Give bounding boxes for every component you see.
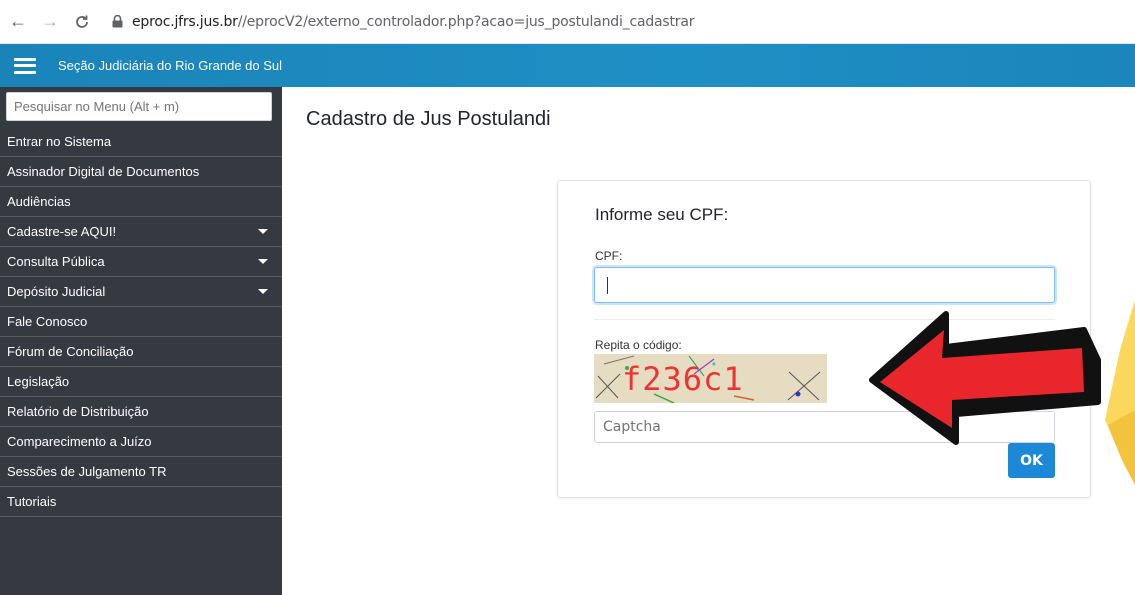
- page-title: Cadastro de Jus Postulandi: [306, 108, 551, 130]
- captcha-label: Repita o código:: [595, 338, 682, 352]
- sidebar-item-label: Fórum de Conciliação: [7, 344, 134, 359]
- forward-icon[interactable]: →: [36, 8, 64, 36]
- sidebar-item-label: Sessões de Julgamento TR: [7, 464, 167, 479]
- reload-icon[interactable]: [68, 8, 96, 36]
- hamburger-menu-icon[interactable]: [14, 57, 36, 74]
- url-path: //eprocV2/externo_controlador.php?acao=j…: [237, 13, 695, 30]
- sidebar-item-label: Relatório de Distribuição: [7, 404, 149, 419]
- sidebar-item-label: Comparecimento a Juízo: [7, 434, 152, 449]
- cpf-input[interactable]: [594, 267, 1055, 303]
- sidebar-item-label: Fale Conosco: [7, 314, 88, 329]
- caret-down-icon: [258, 229, 268, 234]
- sidebar-item-label: Tutoriais: [7, 494, 57, 509]
- sidebar-item-legislacao[interactable]: Legislação: [0, 367, 282, 397]
- sidebar-item-fale-conosco[interactable]: Fale Conosco: [0, 307, 282, 337]
- sidebar-item-deposito-judicial[interactable]: Depósito Judicial: [0, 277, 282, 307]
- sidebar-item-audiencias[interactable]: Audiências: [0, 187, 282, 217]
- red-arrow-annotation: [869, 311, 1101, 445]
- sidebar-item-label: Cadastre-se AQUI!: [7, 224, 117, 239]
- sidebar-item-entrar[interactable]: Entrar no Sistema: [0, 127, 282, 157]
- form-title: Informe seu CPF:: [595, 205, 729, 224]
- sidebar-item-relatorio-distribuicao[interactable]: Relatório de Distribuição: [0, 397, 282, 427]
- sidebar-item-sessoes-julgamento[interactable]: Sessões de Julgamento TR: [0, 457, 282, 487]
- address-bar[interactable]: eproc.jfrs.jus.br//eprocV2/externo_contr…: [132, 14, 694, 30]
- caret-down-icon: [258, 259, 268, 264]
- app-header: Seção Judiciária do Rio Grande do Sul: [0, 44, 1135, 87]
- sidebar-item-label: Consulta Pública: [7, 254, 105, 269]
- captcha-text: f236c1: [622, 360, 744, 398]
- menu-search-input[interactable]: [6, 92, 272, 121]
- browser-toolbar: ← → eproc.jfrs.jus.br//eprocV2/externo_c…: [0, 0, 1135, 44]
- sidebar-item-label: Legislação: [7, 374, 70, 389]
- caret-down-icon: [258, 289, 268, 294]
- sidebar-item-consulta-publica[interactable]: Consulta Pública: [0, 247, 282, 277]
- sidebar-item-cadastre-se[interactable]: Cadastre-se AQUI!: [0, 217, 282, 247]
- sidebar-item-label: Depósito Judicial: [7, 284, 106, 299]
- cpf-label: CPF:: [595, 249, 623, 263]
- sidebar-item-label: Audiências: [7, 194, 71, 209]
- yellow-decoration: [1105, 300, 1135, 485]
- sidebar-item-assinador[interactable]: Assinador Digital de Documentos: [0, 157, 282, 187]
- sidebar: Entrar no Sistema Assinador Digital de D…: [0, 87, 282, 595]
- sidebar-item-tutoriais[interactable]: Tutoriais: [0, 487, 282, 517]
- sidebar-item-comparecimento[interactable]: Comparecimento a Juízo: [0, 427, 282, 457]
- app-title: Seção Judiciária do Rio Grande do Sul: [58, 58, 283, 73]
- url-host: eproc.jfrs.jus.br: [132, 13, 238, 30]
- sidebar-item-label: Assinador Digital de Documentos: [7, 164, 200, 179]
- sidebar-menu: Entrar no Sistema Assinador Digital de D…: [0, 127, 282, 517]
- back-icon[interactable]: ←: [4, 8, 32, 36]
- lock-icon[interactable]: [110, 15, 124, 29]
- captcha-image: f236c1: [594, 354, 827, 403]
- sidebar-item-label: Entrar no Sistema: [7, 134, 112, 149]
- text-cursor: [607, 277, 608, 294]
- sidebar-item-forum-conciliacao[interactable]: Fórum de Conciliação: [0, 337, 282, 367]
